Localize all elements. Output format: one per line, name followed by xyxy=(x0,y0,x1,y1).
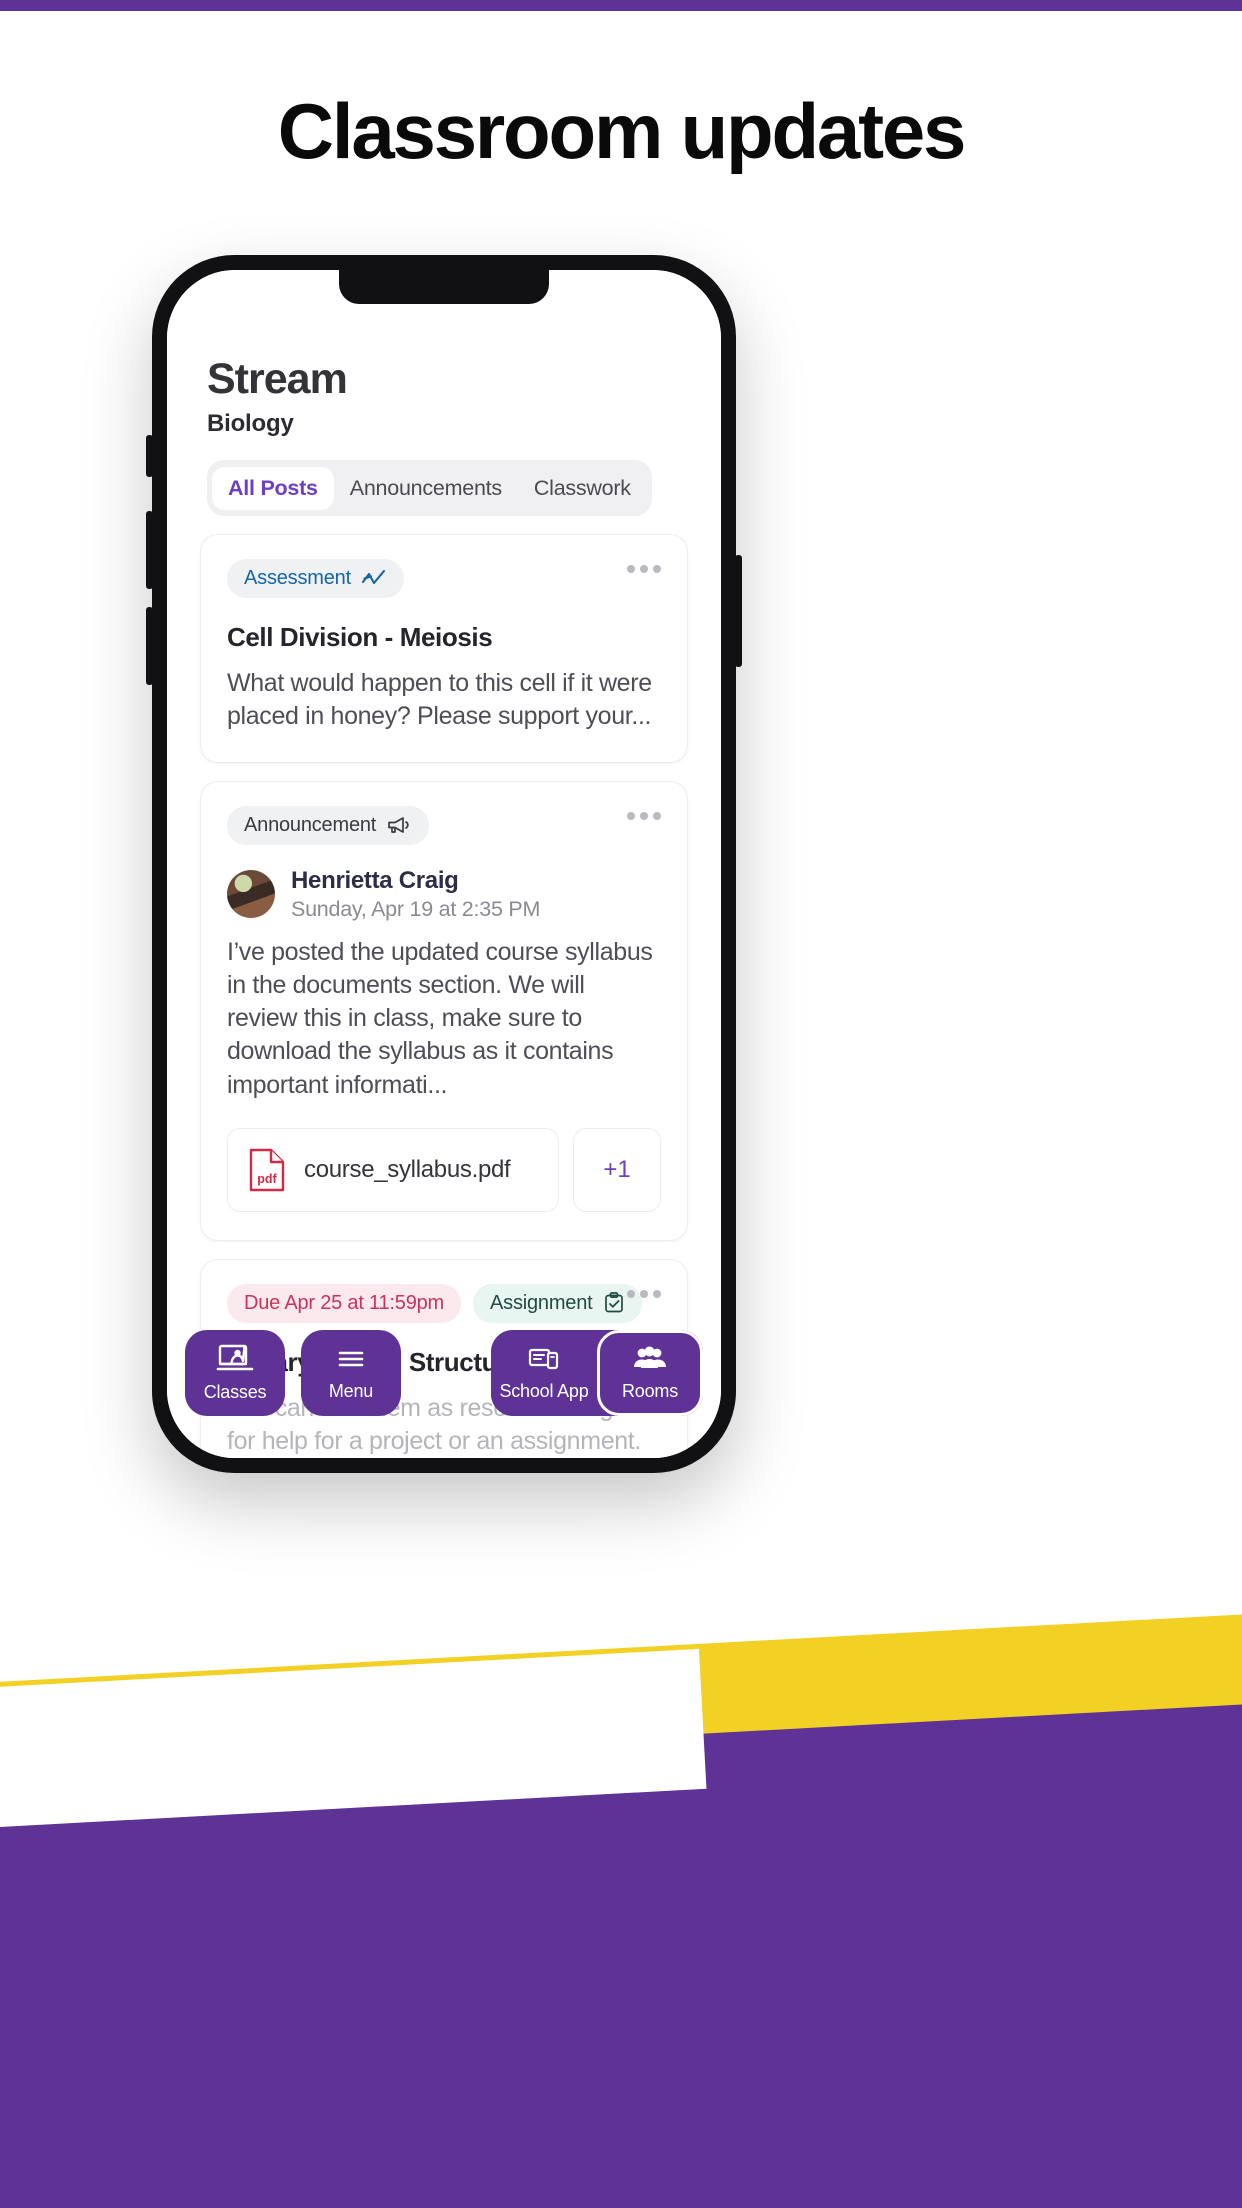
dot xyxy=(640,811,648,820)
dock-label: Classes xyxy=(203,1382,267,1402)
badge-label: Assignment xyxy=(490,1291,593,1314)
tab-classwork[interactable]: Classwork xyxy=(518,467,647,510)
badge-assignment: Assignment xyxy=(473,1283,642,1323)
dot xyxy=(640,1289,648,1298)
pdf-file-icon: pdf xyxy=(249,1148,285,1192)
dot xyxy=(653,1289,661,1298)
school-app-icon xyxy=(528,1348,559,1370)
dot xyxy=(653,565,661,574)
dot xyxy=(640,565,648,574)
attachment-row: pdf course_syllabus.pdf +1 xyxy=(227,1127,661,1212)
hamburger-icon xyxy=(338,1351,364,1367)
post-overflow-menu-button[interactable] xyxy=(627,565,661,574)
post-body: What would happen to this cell if it wer… xyxy=(227,669,652,731)
megaphone-icon xyxy=(388,817,409,833)
post-timestamp: Sunday, Apr 19 at 2:35 PM xyxy=(291,896,541,921)
dock-item-rooms[interactable]: Rooms xyxy=(597,1330,703,1416)
post-title: Cell Division - Meiosis xyxy=(227,622,493,653)
phone-notch xyxy=(339,270,549,304)
clipboard-check-icon xyxy=(604,1292,623,1313)
dock-item-menu[interactable]: Menu xyxy=(301,1330,401,1416)
dock-left-group: Classes Menu xyxy=(185,1330,401,1416)
badge-due-date: Due Apr 25 at 11:59pm xyxy=(227,1283,462,1323)
post-badges: Assessment xyxy=(227,559,661,599)
dock-item-classes[interactable]: Classes xyxy=(185,1330,285,1416)
author-name: Henrietta Craig xyxy=(291,866,459,894)
post-card-assessment[interactable]: Assessment Cell Division - Meiosis What … xyxy=(200,534,688,763)
stream-title: Stream xyxy=(207,355,348,403)
app-viewport: Stream Biology All Posts Announcements C… xyxy=(167,270,721,1458)
phone-mute-button xyxy=(146,435,153,477)
post-author-row: Henrietta Craig Sunday, Apr 19 at 2:35 P… xyxy=(227,867,661,922)
post-overflow-menu-button[interactable] xyxy=(627,1289,661,1298)
course-name: Biology xyxy=(207,410,294,438)
post-badges: Announcement xyxy=(227,805,661,845)
dot xyxy=(627,1289,635,1298)
post-card-announcement[interactable]: Announcement Henrietta Craig Sunday, Apr… xyxy=(200,780,688,1241)
dock-label: School App xyxy=(499,1381,589,1401)
badge-announcement: Announcement xyxy=(227,805,430,845)
dot xyxy=(627,811,635,820)
filter-tab-bar[interactable]: All Posts Announcements Classwork xyxy=(207,460,652,517)
phone-power-button xyxy=(735,555,742,667)
avatar xyxy=(227,870,275,919)
trend-chart-icon xyxy=(361,569,385,584)
author-meta: Henrietta Craig Sunday, Apr 19 at 2:35 P… xyxy=(291,867,540,922)
dock-right-group: School App Rooms xyxy=(491,1330,703,1416)
phone-mockup: Stream Biology All Posts Announcements C… xyxy=(146,255,742,1473)
page-headline: Classroom updates xyxy=(277,87,967,175)
phone-volume-down-button xyxy=(146,607,153,685)
dock-label: Rooms xyxy=(621,1381,678,1401)
tab-announcements[interactable]: Announcements xyxy=(334,467,518,510)
attachment-more-button[interactable]: +1 xyxy=(573,1127,661,1212)
attachment-pdf[interactable]: pdf course_syllabus.pdf xyxy=(227,1127,559,1212)
dock-item-school-app[interactable]: School App xyxy=(491,1330,597,1416)
top-accent-bar xyxy=(0,0,1242,11)
phone-volume-up-button xyxy=(146,511,153,589)
badge-label: Assessment xyxy=(244,567,351,590)
dot xyxy=(653,811,661,820)
bottom-navigation-dock: Classes Menu School App Rooms xyxy=(167,1330,721,1458)
attachment-filename: course_syllabus.pdf xyxy=(304,1155,511,1183)
people-group-icon xyxy=(634,1346,666,1368)
dock-label: Menu xyxy=(328,1381,374,1401)
svg-text:pdf: pdf xyxy=(257,1172,277,1186)
badge-label: Announcement xyxy=(244,813,377,836)
badge-assessment: Assessment xyxy=(227,559,404,599)
dot xyxy=(627,565,635,574)
post-body: I’ve posted the updated course syllabus … xyxy=(227,937,653,1099)
chalkboard-teacher-icon xyxy=(216,1344,254,1371)
tab-all-posts[interactable]: All Posts xyxy=(212,466,334,510)
app-scroll-area[interactable]: Stream Biology All Posts Announcements C… xyxy=(167,270,721,1458)
post-badges: Due Apr 25 at 11:59pm Assignment xyxy=(227,1283,661,1323)
post-overflow-menu-button[interactable] xyxy=(627,811,661,820)
phone-screen: Stream Biology All Posts Announcements C… xyxy=(167,270,721,1458)
